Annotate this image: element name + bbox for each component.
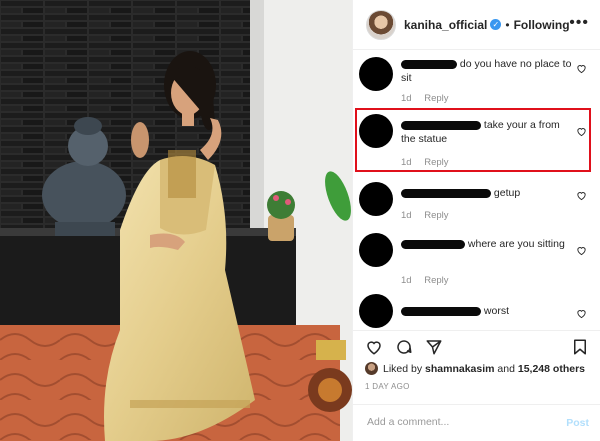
bookmark-icon[interactable] (571, 338, 589, 356)
comment-text-wrap: do you have no place to sit (401, 57, 577, 85)
redacted-username (401, 306, 481, 316)
comment-item-highlighted: take your a from the statue 1d Reply (353, 112, 600, 168)
heart-icon[interactable] (576, 190, 587, 201)
comment-time: 1d (401, 93, 412, 104)
comment-item: worst (353, 292, 600, 328)
author-username[interactable]: kaniha_official (404, 18, 487, 32)
comment-icon[interactable] (395, 338, 413, 356)
heart-icon[interactable] (576, 245, 587, 256)
following-button[interactable]: Following (514, 18, 570, 32)
comment-meta: 1d Reply (401, 210, 459, 221)
action-bar (353, 330, 600, 361)
liker-avatar[interactable] (365, 362, 378, 375)
redacted-username (401, 120, 481, 130)
commenter-avatar-redacted[interactable] (359, 182, 393, 216)
commenter-avatar-redacted[interactable] (359, 57, 393, 91)
ellipsis-icon[interactable]: ••• (569, 14, 589, 32)
comment-input[interactable] (365, 415, 549, 429)
reply-button[interactable]: Reply (424, 93, 448, 104)
header-separator: • (505, 17, 510, 32)
reply-button[interactable]: Reply (424, 275, 448, 286)
comment-text-wrap: worst (401, 304, 577, 318)
redacted-username (401, 239, 465, 249)
commenter-avatar-redacted[interactable] (359, 233, 393, 267)
verified-check-icon: ✓ (490, 19, 502, 30)
add-comment-bar: Post (353, 404, 600, 441)
comment-item: where are you sitting 1d Reply (353, 231, 600, 287)
heart-icon[interactable] (365, 338, 383, 356)
heart-icon[interactable] (576, 126, 587, 137)
redacted-username (401, 59, 457, 69)
author-avatar[interactable] (366, 9, 396, 40)
commenter-avatar-redacted[interactable] (359, 114, 393, 148)
post-comment-button[interactable]: Post (566, 417, 589, 429)
likes-line: Liked by shamnakasim and 15,248 others (365, 362, 585, 375)
commenter-avatar-redacted[interactable] (359, 294, 393, 328)
comment-meta: 1d Reply (401, 157, 459, 168)
post-header: kaniha_official ✓ • Following ••• (353, 0, 600, 50)
comment-text: getup (493, 187, 521, 199)
comment-text: where are you sitting (467, 238, 565, 250)
liker-username[interactable]: shamnakasim (425, 363, 494, 375)
comment-text-wrap: getup (401, 186, 577, 200)
heart-icon[interactable] (576, 308, 587, 319)
post-timestamp: 1 DAY AGO (365, 382, 410, 391)
comment-item: do you have no place to sit 1d Reply (353, 55, 600, 107)
comment-text-wrap: where are you sitting (401, 237, 577, 251)
likes-count[interactable]: 15,248 others (518, 363, 585, 375)
redacted-username (401, 188, 491, 198)
comment-text-wrap: take your a from the statue (401, 118, 577, 146)
comment-meta: 1d Reply (401, 275, 459, 286)
comment-time: 1d (401, 157, 412, 168)
comment-meta: 1d Reply (401, 93, 459, 104)
likes-prefix: Liked by (383, 362, 423, 375)
comment-time: 1d (401, 275, 412, 286)
post-sidebar: kaniha_official ✓ • Following ••• do you… (352, 0, 600, 441)
reply-button[interactable]: Reply (424, 210, 448, 221)
heart-icon[interactable] (576, 63, 587, 74)
reply-button[interactable]: Reply (424, 157, 448, 168)
comment-text: worst (483, 305, 510, 317)
comment-item: getup 1d Reply (353, 180, 600, 226)
share-icon[interactable] (425, 338, 443, 356)
likes-middle: and (497, 362, 515, 375)
comment-time: 1d (401, 210, 412, 221)
photo-illustration (0, 0, 352, 441)
post-photo[interactable] (0, 0, 352, 441)
